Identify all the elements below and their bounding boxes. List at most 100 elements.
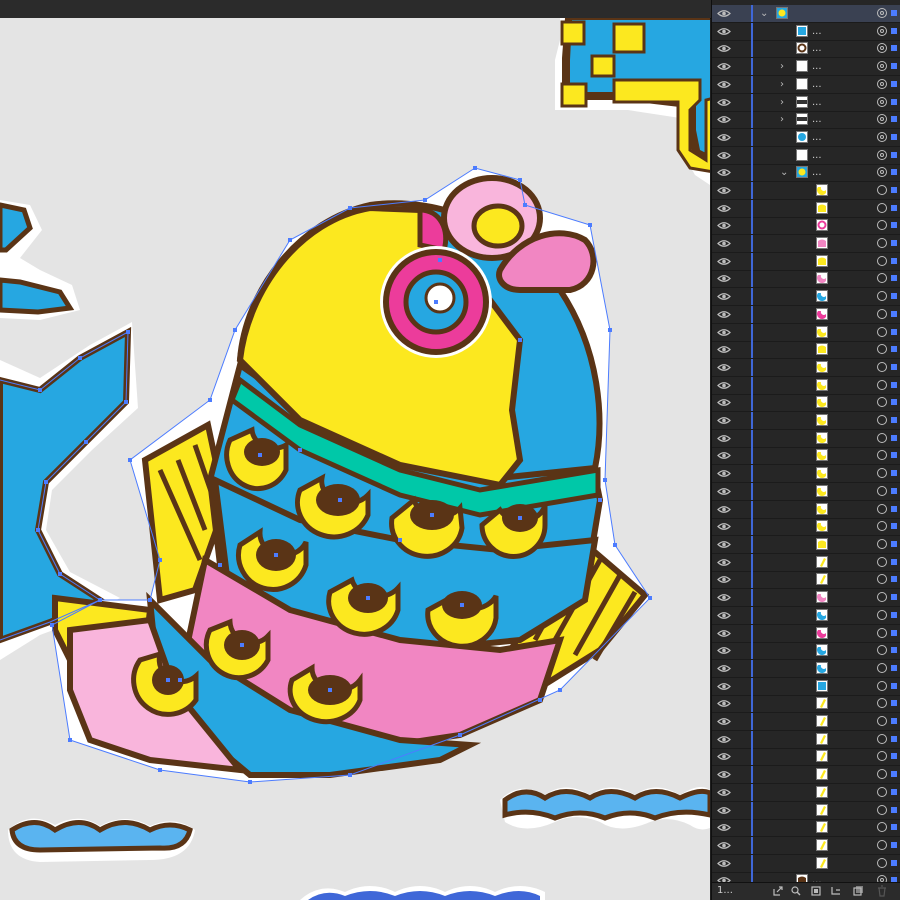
target-circle-icon[interactable] — [877, 150, 887, 160]
anchor-point[interactable] — [538, 698, 542, 702]
selection-indicator[interactable] — [891, 258, 897, 264]
anchor-point[interactable] — [598, 498, 602, 502]
target-circle-icon[interactable] — [877, 805, 887, 815]
visibility-eye-icon[interactable] — [717, 257, 731, 266]
chevron-down-icon[interactable]: ⌄ — [760, 6, 768, 21]
visibility-eye-icon[interactable] — [717, 593, 731, 602]
anchor-point[interactable] — [208, 398, 212, 402]
anchor-point[interactable] — [473, 166, 477, 170]
target-circle-icon[interactable] — [877, 698, 887, 708]
target-circle-icon[interactable] — [877, 539, 887, 549]
anchor-point[interactable] — [438, 258, 442, 262]
layer-row[interactable] — [712, 855, 900, 873]
target-circle-icon[interactable] — [877, 291, 887, 301]
target-circle-icon[interactable] — [877, 486, 887, 496]
anchor-point[interactable] — [523, 203, 527, 207]
layer-row[interactable] — [712, 625, 900, 643]
layer-row[interactable] — [712, 819, 900, 837]
target-circle-icon[interactable] — [877, 114, 887, 124]
anchor-point[interactable] — [58, 572, 62, 576]
selection-indicator[interactable] — [891, 807, 897, 813]
visibility-eye-icon[interactable] — [717, 859, 731, 868]
selection-indicator[interactable] — [891, 63, 897, 69]
anchor-point[interactable] — [298, 448, 302, 452]
layer-row[interactable] — [712, 465, 900, 483]
target-circle-icon[interactable] — [877, 309, 887, 319]
target-circle-icon[interactable] — [877, 273, 887, 283]
visibility-eye-icon[interactable] — [717, 575, 731, 584]
visibility-eye-icon[interactable] — [717, 469, 731, 478]
layer-row[interactable]: ›... — [712, 58, 900, 76]
visibility-eye-icon[interactable] — [717, 381, 731, 390]
target-circle-icon[interactable] — [877, 822, 887, 832]
layer-row-top[interactable]: ⌄ — [712, 5, 900, 23]
layer-row[interactable] — [712, 412, 900, 430]
target-circle-icon[interactable] — [877, 734, 887, 744]
visibility-eye-icon[interactable] — [717, 505, 731, 514]
anchor-point[interactable] — [148, 598, 152, 602]
target-circle-icon[interactable] — [877, 167, 887, 177]
visibility-eye-icon[interactable] — [717, 629, 731, 638]
visibility-eye-icon[interactable] — [717, 735, 731, 744]
anchor-point[interactable] — [366, 596, 370, 600]
selection-indicator[interactable] — [891, 417, 897, 423]
anchor-point[interactable] — [258, 453, 262, 457]
anchor-point[interactable] — [348, 773, 352, 777]
anchor-point[interactable] — [338, 498, 342, 502]
selection-indicator[interactable] — [891, 506, 897, 512]
anchor-point[interactable] — [68, 738, 72, 742]
visibility-eye-icon[interactable] — [717, 699, 731, 708]
layer-row[interactable] — [712, 483, 900, 501]
target-circle-icon[interactable] — [877, 450, 887, 460]
anchor-point[interactable] — [248, 780, 252, 784]
layer-row[interactable] — [712, 695, 900, 713]
selection-indicator[interactable] — [891, 152, 897, 158]
visibility-eye-icon[interactable] — [717, 115, 731, 124]
layer-row[interactable]: ›... — [712, 94, 900, 112]
target-circle-icon[interactable] — [877, 344, 887, 354]
selection-indicator[interactable] — [891, 99, 897, 105]
selection-indicator[interactable] — [891, 452, 897, 458]
anchor-point[interactable] — [288, 238, 292, 242]
anchor-point[interactable] — [613, 543, 617, 547]
visibility-eye-icon[interactable] — [717, 98, 731, 107]
chevron-right-icon[interactable]: › — [780, 95, 784, 110]
layers-panel[interactable]: ⌄......›...›...›...›.........⌄......›...… — [711, 0, 900, 900]
layer-row[interactable]: ... — [712, 129, 900, 147]
anchor-point[interactable] — [423, 198, 427, 202]
target-circle-icon[interactable] — [877, 238, 887, 248]
visibility-eye-icon[interactable] — [717, 345, 731, 354]
anchor-point[interactable] — [518, 338, 522, 342]
visibility-eye-icon[interactable] — [717, 44, 731, 53]
target-circle-icon[interactable] — [877, 220, 887, 230]
layer-row[interactable] — [712, 217, 900, 235]
selection-indicator[interactable] — [891, 523, 897, 529]
layer-row[interactable]: ›... — [712, 76, 900, 94]
anchor-point[interactable] — [36, 528, 40, 532]
fish-artwork[interactable] — [0, 18, 710, 900]
target-circle-icon[interactable] — [877, 557, 887, 567]
target-circle-icon[interactable] — [877, 380, 887, 390]
layer-row[interactable] — [712, 837, 900, 855]
target-circle-icon[interactable] — [877, 787, 887, 797]
target-circle-icon[interactable] — [877, 645, 887, 655]
selection-indicator[interactable] — [891, 10, 897, 16]
selection-indicator[interactable] — [891, 134, 897, 140]
target-circle-icon[interactable] — [877, 203, 887, 213]
anchor-point[interactable] — [84, 440, 88, 444]
visibility-eye-icon[interactable] — [717, 788, 731, 797]
layer-row[interactable] — [712, 713, 900, 731]
layer-row[interactable] — [712, 359, 900, 377]
visibility-eye-icon[interactable] — [717, 664, 731, 673]
tile-ornament[interactable] — [555, 18, 710, 185]
selection-indicator[interactable] — [891, 700, 897, 706]
anchor-point[interactable] — [124, 400, 128, 404]
target-circle-icon[interactable] — [877, 8, 887, 18]
target-circle-icon[interactable] — [877, 79, 887, 89]
selection-indicator[interactable] — [891, 842, 897, 848]
visibility-eye-icon[interactable] — [717, 274, 731, 283]
target-circle-icon[interactable] — [877, 858, 887, 868]
visibility-eye-icon[interactable] — [717, 9, 731, 18]
anchor-point[interactable] — [328, 688, 332, 692]
target-circle-icon[interactable] — [877, 769, 887, 779]
